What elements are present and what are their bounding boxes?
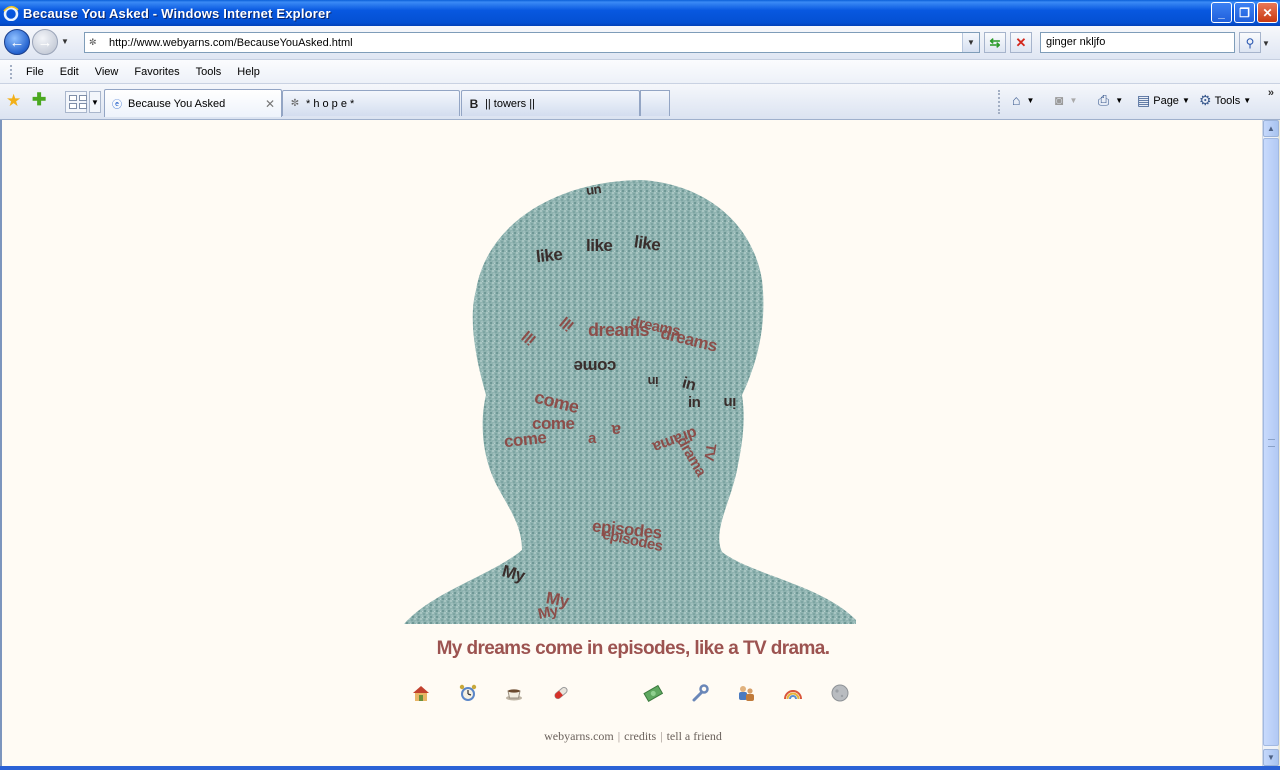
home-icon[interactable] [410, 682, 432, 704]
forward-button[interactable]: → [32, 29, 58, 55]
arrow-left-icon: ← [9, 33, 25, 51]
coffee-cup-icon[interactable] [503, 682, 525, 704]
menu-edit[interactable]: Edit [52, 66, 87, 78]
address-bar[interactable]: ✼ http://www.webyarns.com/BecauseYouAske… [84, 32, 980, 53]
refresh-button[interactable]: ⇆ [984, 32, 1006, 53]
money-icon[interactable] [642, 682, 664, 704]
wrench-icon[interactable] [689, 682, 711, 704]
tab-list-dropdown[interactable]: ▼ [89, 91, 101, 113]
page-icon: ✼ [290, 98, 300, 109]
scroll-down-button[interactable]: ▼ [1263, 749, 1279, 766]
floating-word: in [648, 374, 659, 389]
new-tab-button[interactable] [640, 90, 670, 116]
menu-tools[interactable]: Tools [188, 66, 230, 78]
page-nav-icons [2, 682, 1262, 706]
back-button[interactable]: ← [4, 29, 30, 55]
ie-icon [3, 5, 19, 21]
tab-hope[interactable]: ✼ * h o p e * [282, 90, 460, 116]
vertical-scrollbar[interactable]: ▲ ▼ [1262, 120, 1279, 766]
floating-word: a [612, 421, 621, 440]
floating-word: like [586, 236, 613, 255]
floating-word: un [585, 181, 602, 198]
add-favorite-icon[interactable]: ✚ [32, 90, 46, 110]
people-icon[interactable] [735, 682, 757, 704]
floating-word: come [574, 357, 617, 376]
rss-icon: ◙ [1055, 92, 1064, 108]
toolbar-overflow-icon[interactable]: » [1268, 87, 1274, 99]
tab-bar: ★ ✚ ▼ ⓔ Because You Asked ✕ ✼ * h o p e … [0, 84, 1280, 120]
print-button[interactable]: ⎙ ▼ [1098, 92, 1123, 109]
tab-towers[interactable]: B || towers || [461, 90, 640, 116]
pill-icon[interactable] [550, 682, 572, 704]
head-silhouette-image [404, 180, 856, 624]
head-silhouette: un like like like ill ill dreams dreams … [402, 180, 858, 624]
minimize-button[interactable]: _ [1211, 2, 1232, 23]
search-input[interactable]: ginger nkljfo [1040, 32, 1235, 53]
gear-icon: ⚙ [1199, 92, 1212, 108]
stop-icon: ✕ [1015, 34, 1027, 50]
footer-link-credits[interactable]: credits [622, 729, 658, 743]
arrow-right-icon: → [37, 33, 53, 51]
address-url: http://www.webyarns.com/BecauseYouAsked.… [109, 36, 353, 49]
page-content: un like like like ill ill dreams dreams … [0, 120, 1262, 766]
close-tab-icon[interactable]: ✕ [265, 97, 275, 111]
floating-word: in [688, 394, 701, 411]
address-toolbar: ← → ▼ ✼ http://www.webyarns.com/BecauseY… [0, 26, 1280, 60]
footer-link-tell-a-friend[interactable]: tell a friend [665, 729, 724, 743]
stop-button[interactable]: ✕ [1010, 32, 1032, 53]
floating-word: a [588, 430, 596, 447]
site-favicon-icon: ✼ [89, 36, 97, 47]
search-options-dropdown[interactable]: ▼ [1262, 39, 1270, 48]
search-button[interactable]: ⚲ [1239, 32, 1261, 53]
tools-menu-button[interactable]: ⚙ Tools ▼ [1199, 92, 1251, 109]
floating-word: TV [701, 442, 720, 462]
footer-link-webyarns[interactable]: webyarns.com [542, 729, 616, 743]
menu-favorites[interactable]: Favorites [126, 66, 187, 78]
blogger-icon: B [469, 96, 479, 111]
tab-label: || towers || [485, 97, 535, 110]
alarm-clock-icon[interactable] [457, 682, 479, 704]
refresh-icon: ⇆ [989, 34, 1001, 50]
menu-view[interactable]: View [87, 66, 127, 78]
floating-word: like [535, 244, 564, 267]
page-menu-label: Page [1153, 94, 1179, 107]
scroll-thumb[interactable] [1263, 138, 1279, 746]
window-title: Because You Asked - Windows Internet Exp… [23, 5, 331, 21]
page-footer: webyarns.com | credits | tell a friend [2, 729, 1262, 744]
page-caption: My dreams come in episodes, like a TV dr… [436, 638, 830, 659]
rainbow-icon[interactable] [782, 682, 804, 704]
moon-icon[interactable] [829, 682, 851, 704]
footer-separator: | [660, 729, 663, 743]
menu-bar: File Edit View Favorites Tools Help [0, 60, 1280, 84]
home-button[interactable]: ⌂ ▼ [1012, 92, 1034, 108]
floating-word: in [724, 394, 737, 411]
feeds-button[interactable]: ◙ ▼ [1055, 92, 1077, 108]
printer-icon: ⎙ [1098, 92, 1110, 108]
window-bottom-edge [0, 766, 1280, 770]
quick-tabs-button[interactable] [65, 91, 87, 113]
toolbar-grip [10, 64, 13, 79]
floating-word: like [632, 232, 662, 255]
address-dropdown[interactable]: ▼ [962, 33, 979, 52]
tab-label: Because You Asked [128, 97, 226, 110]
title-bar: Because You Asked - Windows Internet Exp… [0, 0, 1280, 26]
scroll-up-button[interactable]: ▲ [1263, 120, 1279, 137]
close-button[interactable]: ✕ [1257, 2, 1278, 23]
tab-because-you-asked[interactable]: ⓔ Because You Asked ✕ [104, 89, 282, 117]
ie-icon: ⓔ [112, 100, 122, 111]
page-menu-button[interactable]: ▤ Page ▼ [1137, 92, 1190, 109]
tab-label: * h o p e * [306, 97, 355, 110]
history-dropdown[interactable]: ▼ [61, 37, 69, 46]
maximize-button[interactable]: ❐ [1234, 2, 1255, 23]
page-icon: ▤ [1137, 92, 1151, 108]
menu-help[interactable]: Help [229, 66, 268, 78]
favorites-star-icon[interactable]: ★ [6, 91, 21, 111]
toolbar-separator [998, 90, 1000, 114]
menu-file[interactable]: File [18, 66, 52, 78]
tools-menu-label: Tools [1214, 94, 1241, 107]
search-icon: ⚲ [1245, 35, 1255, 50]
home-icon: ⌂ [1012, 92, 1021, 108]
